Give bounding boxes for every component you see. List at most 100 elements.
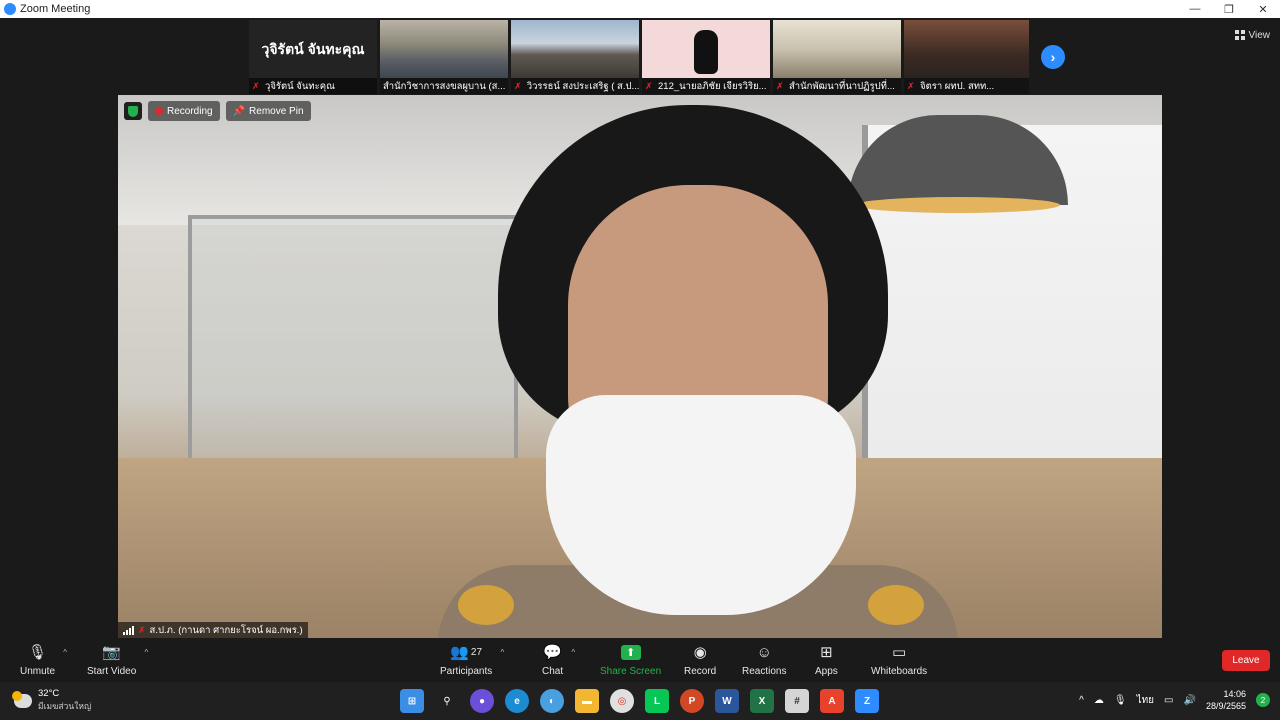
input-language[interactable]: ไทย [1137, 693, 1154, 708]
microphone-icon[interactable]: 🎙 [1114, 695, 1127, 706]
participant-tile[interactable]: ✗ 212_นายอภิชัย เจียรวิริย... [642, 20, 770, 94]
tile-caption: ✗ สำนักพัฒนาที่นาปฏิรูปที่... [773, 78, 901, 94]
participant-video [773, 20, 901, 78]
participant-tile[interactable]: ✗ วิวรรธน์ สงประเสริฐ ( ส.ป.... [511, 20, 639, 94]
zoom-taskbar-icon[interactable]: Z [855, 689, 879, 713]
video-overlay-controls: Recording 📌 Remove Pin [124, 101, 311, 121]
speaker-figure [438, 105, 958, 638]
clock-time: 14:06 [1223, 689, 1246, 699]
mic-muted-icon: ✗ [138, 624, 146, 635]
participant-tile[interactable]: ✗ สำนักพัฒนาที่นาปฏิรูปที่... [773, 20, 901, 94]
recording-indicator[interactable]: Recording [148, 101, 220, 121]
window-controls: — ❐ ✕ [1178, 0, 1280, 18]
virtual-background-glass-room [188, 215, 518, 475]
network-icon[interactable]: ▭ [1164, 695, 1173, 706]
whiteboards-button[interactable]: ▭ Whiteboards [871, 642, 927, 677]
tile-caption-label: วุจิรัตน์ จันทะคุณ [265, 80, 335, 92]
view-label: View [1248, 29, 1271, 41]
taskbar-pinned-apps: ⊞ ⚲ ● e ◐ ▬ ◎ L P W X # A Z [400, 689, 879, 713]
signal-strength-icon [123, 625, 134, 635]
participant-video [380, 20, 508, 78]
record-button[interactable]: ◉ Record [684, 642, 716, 677]
chrome-browser-icon[interactable]: ◎ [610, 689, 634, 713]
chevron-up-icon[interactable]: ^ [63, 648, 67, 657]
cat-avatar [694, 30, 718, 74]
chat-button[interactable]: 💬 Chat ^ [542, 642, 575, 677]
tile-caption-label: สำนักพัฒนาที่นาปฏิรูปที่... [789, 80, 895, 92]
weather-widget[interactable]: 32°C มีเมฆส่วนใหญ่ [12, 688, 92, 713]
chevron-up-icon[interactable]: ^ [145, 648, 149, 657]
remove-pin-button[interactable]: 📌 Remove Pin [225, 101, 311, 121]
start-video-button[interactable]: 📷 Start Video ^ [87, 642, 148, 677]
leave-button[interactable]: Leave [1222, 650, 1270, 671]
chat-label: Chat [542, 666, 564, 677]
edge-browser-icon[interactable]: e [505, 689, 529, 713]
next-page-chevron-icon[interactable]: › [1041, 45, 1065, 69]
powerpoint-icon[interactable]: P [680, 689, 704, 713]
participant-tile[interactable]: วุจิรัตน์ จันทะคุณ ✗ วุจิรัตน์ จันทะคุณ [249, 20, 377, 94]
video-off-icon: 📷 [102, 644, 121, 661]
face-mask [546, 395, 856, 615]
excel-icon[interactable]: X [750, 689, 774, 713]
photos-icon[interactable]: ◐ [540, 689, 564, 713]
word-icon[interactable]: W [715, 689, 739, 713]
mic-muted-icon: ✗ [514, 81, 522, 91]
participant-video [511, 20, 639, 78]
search-icon[interactable]: ⚲ [435, 689, 459, 713]
mic-muted-icon: ✗ [907, 81, 915, 91]
participant-video [642, 20, 770, 78]
unmute-label: Unmute [20, 666, 56, 677]
share-screen-icon: ⬆ [620, 644, 641, 660]
apps-button[interactable]: ⊞ Apps [815, 642, 838, 677]
tile-caption: ✗ วิวรรธน์ สงประเสริฐ ( ส.ป.... [511, 78, 639, 94]
line-app-icon[interactable]: L [645, 689, 669, 713]
speaker-name-tag: ✗ ส.ป.ภ. (กานดา ศากยะโรจน์ ผอ.กพร.) [118, 622, 308, 638]
acrobat-icon[interactable]: A [820, 689, 844, 713]
calculator-icon[interactable]: # [785, 689, 809, 713]
participants-icon: 👥 [450, 644, 469, 661]
tile-caption: สำนักวิชาการสงขลผูบาน (ส... [380, 78, 508, 94]
chevron-up-icon[interactable]: ^ [571, 648, 575, 657]
security-shield-icon[interactable] [124, 102, 142, 120]
share-screen-button[interactable]: ⬆ Share Screen [600, 642, 661, 677]
tile-caption: ✗ วุจิรัตน์ จันทะคุณ [249, 78, 377, 94]
remove-pin-label: Remove Pin [249, 105, 304, 117]
file-explorer-icon[interactable]: ▬ [575, 689, 599, 713]
participants-count: 27 [470, 646, 483, 658]
participant-display-name: วุจิรัตน์ จันทะคุณ [261, 41, 365, 57]
apps-label: Apps [815, 666, 838, 677]
weather-condition: มีเมฆส่วนใหญ่ [38, 701, 92, 711]
reactions-button[interactable]: ☺ Reactions [742, 642, 786, 678]
chevron-up-icon[interactable]: ^ [1079, 695, 1084, 706]
window-titlebar: Zoom Meeting — ❐ ✕ [0, 0, 1280, 18]
grid-view-icon [1234, 30, 1245, 40]
participant-tile[interactable]: สำนักวิชาการสงขลผูบาน (ส... [380, 20, 508, 94]
start-video-label: Start Video [87, 666, 137, 677]
window-title: Zoom Meeting [20, 3, 91, 15]
notification-badge[interactable]: 2 [1256, 693, 1270, 707]
maximize-button[interactable]: ❐ [1212, 0, 1246, 18]
speaker-name: ส.ป.ภ. (กานดา ศากยะโรจน์ ผอ.กพร.) [149, 624, 303, 636]
close-button[interactable]: ✕ [1246, 0, 1280, 18]
onedrive-cloud-icon[interactable]: ☁ [1094, 695, 1104, 706]
apps-icon: ⊞ [820, 644, 833, 661]
pin-icon: 📌 [232, 105, 246, 117]
minimize-button[interactable]: — [1178, 0, 1212, 18]
start-windows-icon[interactable]: ⊞ [400, 689, 424, 713]
tile-caption-label: จิตรา ผทป. สทท... [920, 80, 995, 92]
unmute-button[interactable]: 🎙 Unmute ^ [20, 642, 67, 677]
tile-caption-label: 212_นายอภิชัย เจียรวิริย... [658, 80, 767, 92]
taskbar-clock[interactable]: 14:06 28/9/2565 [1206, 688, 1246, 712]
view-button[interactable]: View [1234, 26, 1271, 44]
chevron-up-icon[interactable]: ^ [500, 648, 504, 657]
active-speaker-video[interactable]: Recording 📌 Remove Pin ✗ ส.ป.ภ. (กานดา ศ… [118, 95, 1162, 638]
participants-button[interactable]: 👥 27 Participants ^ [440, 642, 504, 677]
reactions-smiley-icon: ☺ [756, 643, 772, 661]
weather-temperature: 32°C [38, 688, 60, 699]
volume-icon[interactable]: 🔊 [1184, 695, 1196, 706]
partly-cloudy-icon [12, 690, 32, 708]
microphone-muted-icon: 🎙 [27, 644, 48, 661]
participant-tile[interactable]: ✗ จิตรา ผทป. สทท... [904, 20, 1029, 94]
teams-chat-icon[interactable]: ● [470, 689, 494, 713]
gallery-strip: วุจิรัตน์ จันทะคุณ ✗ วุจิรัตน์ จันทะคุณ … [249, 20, 1029, 94]
